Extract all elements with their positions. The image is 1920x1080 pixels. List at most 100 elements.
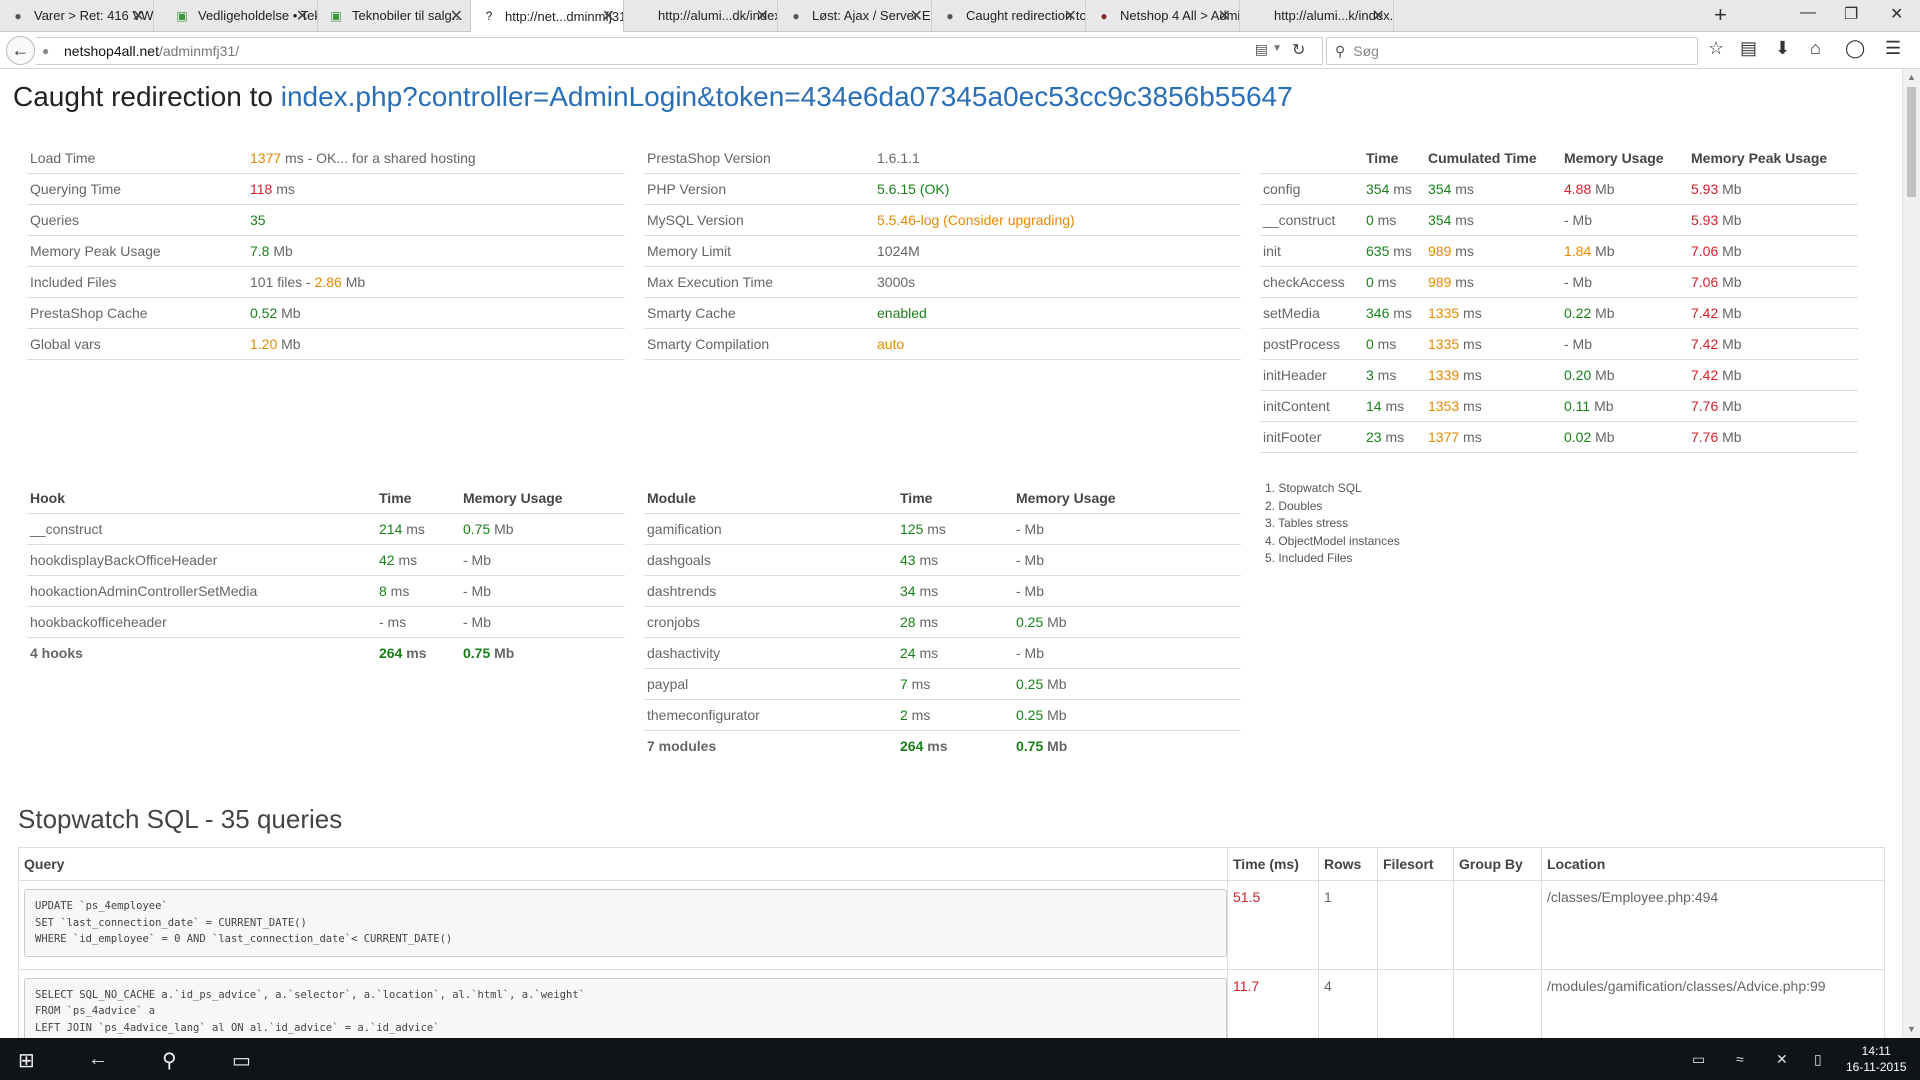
unit: Mb — [1718, 367, 1742, 383]
summary-row: Load Time 1377 ms - OK... for a shared ho… — [27, 143, 625, 174]
memory-value: 7.76 — [1691, 398, 1719, 414]
scroll-up-icon[interactable]: ▲ — [1907, 72, 1916, 82]
task-view-icon[interactable]: ▭ — [232, 1048, 251, 1073]
summary-unit: ms — [272, 181, 295, 197]
summary-unit: Mb — [269, 243, 293, 259]
search-box[interactable]: ⚲ Søg — [1326, 37, 1698, 65]
summary-extra-unit: Mb — [341, 274, 366, 290]
bookmark-star-icon[interactable]: ☆ — [1708, 38, 1724, 59]
time-value: 354 — [1366, 181, 1390, 197]
module-name: paypal — [644, 668, 897, 700]
timing-row: checkAccess 0 ms 989 ms - Mb 7.06 Mb — [1260, 266, 1858, 298]
time-value: 28 — [900, 614, 916, 630]
browser-tab[interactable]: ? http://net...dminmfj31/✕ — [470, 0, 624, 32]
tab-close-icon[interactable]: ✕ — [132, 6, 145, 26]
unit: Mb — [1590, 398, 1614, 414]
config-row: Smarty Cache enabled — [644, 297, 1241, 329]
tab-close-icon[interactable]: ✕ — [602, 6, 615, 26]
section-link[interactable]: 4. ObjectModel instances — [1265, 533, 1400, 551]
restore-button[interactable]: ❐ — [1844, 4, 1858, 24]
browser-tab[interactable]: http://alumi...k/index.php?✕ — [1240, 0, 1394, 31]
summary-value-cell: 1377 ms - OK... for a shared hosting — [247, 143, 625, 174]
download-icon[interactable]: ⬇ — [1775, 38, 1790, 59]
section-link[interactable]: 5. Included Files — [1265, 550, 1400, 568]
step-time: 354 ms — [1363, 173, 1425, 205]
column-header: Query — [18, 847, 1228, 881]
tab-close-icon[interactable]: ✕ — [910, 6, 923, 26]
volume-muted-icon[interactable]: ✕ — [1776, 1051, 1788, 1068]
tab-close-icon[interactable]: ✕ — [1218, 6, 1231, 26]
browser-tab[interactable]: ●Løst: Ajax / Server Erro...✕ — [778, 0, 932, 31]
tab-close-icon[interactable]: ✕ — [296, 6, 309, 26]
bookmarks-list-icon[interactable]: ▤ — [1740, 38, 1757, 59]
reload-icon[interactable]: ↻ — [1292, 40, 1305, 60]
scroll-down-icon[interactable]: ▼ — [1907, 1024, 1916, 1034]
tab-bar: ●Varer > Ret: 416 VW T...✕ ▣Vedligeholdel… — [0, 0, 1920, 32]
url-bar[interactable]: ● netshop4all.net/adminmfj31/ ▤ ▼ — [36, 37, 1323, 65]
section-link[interactable]: 3. Tables stress — [1265, 515, 1400, 533]
header-text: Time — [1366, 150, 1399, 166]
browser-tab[interactable]: http://alumi...dk/index.php✕ — [624, 0, 778, 31]
time-value: 1339 — [1428, 367, 1460, 383]
notifications-icon[interactable]: ▯ — [1814, 1051, 1822, 1068]
time-value: 214 — [379, 521, 403, 537]
unit: Mb — [467, 614, 492, 630]
close-window-button[interactable]: ✕ — [1890, 4, 1903, 24]
windows-start-icon[interactable]: ⊞ — [18, 1048, 35, 1073]
battery-icon[interactable]: ▭ — [1692, 1051, 1705, 1068]
config-label: Smarty Cache — [644, 297, 874, 329]
query-groupby — [1453, 880, 1542, 970]
summary-unit: Mb — [277, 336, 301, 352]
time-value: 34 — [900, 583, 916, 599]
redirect-link[interactable]: index.php?controller=AdminLogin&token=43… — [281, 81, 1293, 112]
site-info-icon[interactable]: ● — [42, 44, 56, 58]
system-clock[interactable]: 14:11 16-11-2015 — [1846, 1043, 1907, 1075]
column-header: Rows — [1318, 847, 1378, 881]
hook-memory: - Mb — [460, 575, 625, 607]
section-link[interactable]: 1. Stopwatch SQL — [1265, 480, 1400, 498]
minimize-button[interactable]: — — [1800, 4, 1816, 22]
scrollbar-thumb[interactable] — [1907, 87, 1916, 197]
vertical-scrollbar[interactable]: ▲ ▼ — [1902, 69, 1920, 1038]
hook-row: __construct 214 ms 0.75 Mb — [27, 513, 625, 545]
new-tab-button[interactable]: + — [1714, 2, 1727, 28]
config-row: MySQL Version 5.5.46-log (Consider upgrad… — [644, 204, 1241, 236]
section-link[interactable]: 2. Doubles — [1265, 498, 1400, 516]
tab-close-icon[interactable]: ✕ — [1372, 6, 1385, 26]
tab-close-icon[interactable]: ✕ — [756, 6, 769, 26]
reader-view-icon[interactable]: ▤ — [1255, 41, 1268, 58]
chat-icon[interactable]: ◯ — [1845, 38, 1865, 59]
unit: ms — [1459, 398, 1482, 414]
clock-date: 16-11-2015 — [1846, 1060, 1907, 1074]
tab-close-icon[interactable]: ✕ — [450, 6, 463, 26]
browser-tab[interactable]: ▣ Teknobiler til salg... ✕ — [318, 0, 472, 31]
label-text: Memory Limit — [647, 243, 732, 259]
wifi-icon[interactable]: ≈ — [1736, 1051, 1744, 1067]
unit: Mb — [1591, 181, 1615, 197]
step-text: checkAccess — [1263, 274, 1345, 290]
step-time: 635 ms — [1363, 235, 1425, 267]
section-index: 1. Stopwatch SQL 2. Doubles 3. Tables stre… — [1265, 480, 1400, 568]
browser-tab[interactable]: ●Varer > Ret: 416 VW T...✕ — [0, 0, 154, 31]
config-value: 3000s — [874, 266, 1241, 298]
browser-tab[interactable]: ●Caught redirection to ...✕ — [932, 0, 1086, 31]
chevron-down-icon[interactable]: ▼ — [1272, 43, 1282, 54]
module-row: dashactivity 24 ms - Mb — [644, 637, 1241, 669]
browser-tab[interactable]: ● Netshop 4 All > Admi... ✕ — [1086, 0, 1240, 31]
page-title: Caught redirection to index.php?controll… — [13, 81, 1293, 113]
name-text: hookactionAdminControllerSetMedia — [30, 583, 258, 599]
timing-row: initContent 14 ms 1353 ms 0.11 Mb 7.76 Mb — [1260, 390, 1858, 422]
cumulated-time: 989 ms — [1425, 235, 1561, 267]
module-memory: - Mb — [1013, 637, 1241, 669]
summary-row: PrestaShop Cache 0.52 Mb — [27, 297, 625, 329]
taskbar-back-icon[interactable]: ← — [88, 1048, 108, 1071]
menu-icon[interactable]: ☰ — [1885, 38, 1901, 59]
home-icon[interactable]: ⌂ — [1810, 38, 1821, 59]
tab-close-icon[interactable]: ✕ — [1064, 6, 1077, 26]
taskbar-search-icon[interactable]: ⚲ — [162, 1048, 177, 1073]
summary-label: Global vars — [27, 328, 247, 360]
back-button[interactable]: ← — [6, 36, 35, 65]
timing-row: config 354 ms 354 ms 4.88 Mb 5.93 Mb — [1260, 173, 1858, 205]
header-text: Rows — [1324, 856, 1362, 872]
browser-tab[interactable]: ▣Vedligeholdelse • Tek...✕ — [164, 0, 318, 31]
